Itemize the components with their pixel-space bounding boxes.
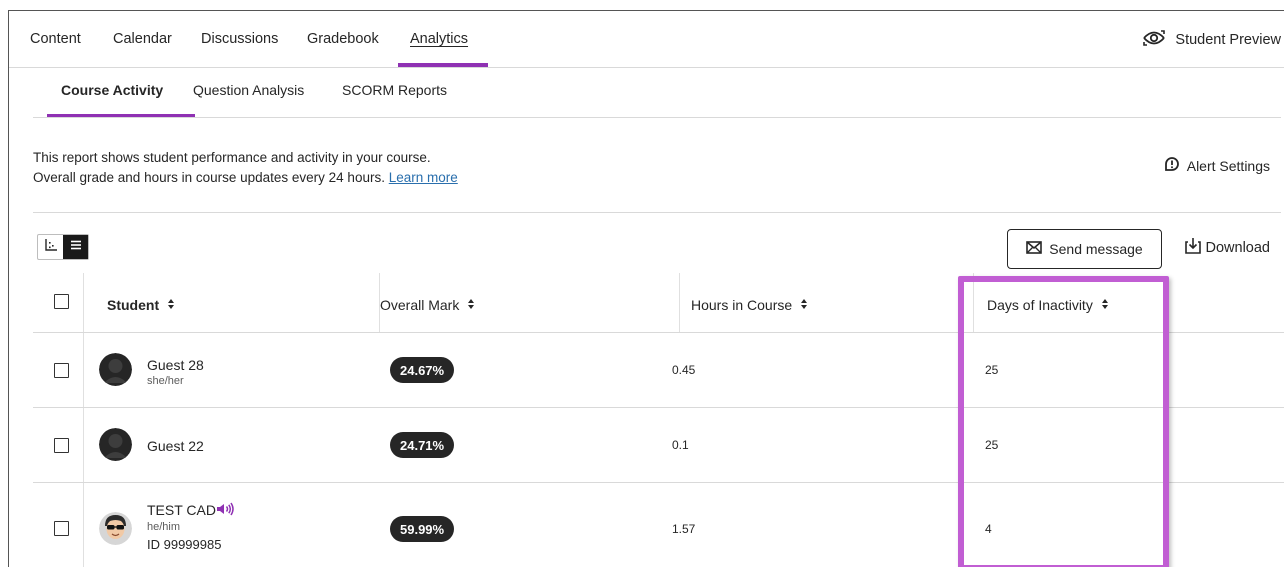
tab-calendar[interactable]: Calendar <box>113 31 172 47</box>
send-message-label: Send message <box>1049 241 1143 257</box>
eye-refresh-icon <box>1141 29 1167 51</box>
subtab-question-analysis[interactable]: Question Analysis <box>193 82 304 98</box>
hours-value: 0.1 <box>672 438 689 452</box>
tab-discussions[interactable]: Discussions <box>201 31 278 47</box>
list-icon <box>70 238 82 256</box>
course-nav: Content Calendar Discussions Gradebook A… <box>9 11 1284 68</box>
avatar <box>99 512 132 545</box>
student-name[interactable]: TEST CAD <box>147 502 216 518</box>
column-divider <box>83 273 84 567</box>
inactivity-value: 25 <box>985 363 999 377</box>
header-row-border <box>33 332 1284 333</box>
inactivity-value: 25 <box>985 438 999 452</box>
student-column-header[interactable]: Student <box>107 297 175 313</box>
tab-gradebook[interactable]: Gradebook <box>307 31 379 47</box>
overall-mark-header-label: Overall Mark <box>380 297 460 313</box>
subtab-course-activity[interactable]: Course Activity <box>61 82 163 98</box>
download-label: Download <box>1205 240 1271 256</box>
overall-mark-column-header[interactable]: Overall Mark <box>380 297 475 313</box>
section-divider <box>33 212 1281 213</box>
row-border <box>33 407 1284 408</box>
download-icon <box>1184 237 1202 259</box>
subtab-scorm-reports[interactable]: SCORM Reports <box>342 82 447 98</box>
description-line-2: Overall grade and hours in course update… <box>33 168 458 188</box>
inactivity-value: 4 <box>985 522 992 536</box>
analytics-frame: Content Calendar Discussions Gradebook A… <box>8 10 1284 567</box>
row-checkbox[interactable] <box>54 363 69 378</box>
tab-content[interactable]: Content <box>30 31 81 47</box>
analytics-subtabs: Course Activity Question Analysis SCORM … <box>33 68 1281 118</box>
sort-icon <box>467 297 475 313</box>
speaker-icon[interactable] <box>216 502 234 521</box>
hours-header-label: Hours in Course <box>691 297 793 313</box>
description-line-2-text: Overall grade and hours in course update… <box>33 170 385 185</box>
student-id: ID 99999985 <box>147 537 222 552</box>
chart-view-button[interactable] <box>38 235 63 259</box>
select-all-checkbox[interactable] <box>54 294 69 309</box>
student-pronouns: she/her <box>147 375 184 387</box>
send-message-button[interactable]: Send message <box>1007 229 1162 269</box>
overall-mark-badge: 59.99% <box>390 516 455 542</box>
student-preview-button[interactable]: Student Preview <box>1141 29 1281 51</box>
row-checkbox[interactable] <box>54 438 69 453</box>
alert-settings-button[interactable]: Alert Settings <box>1163 155 1270 176</box>
learn-more-link[interactable]: Learn more <box>389 170 458 185</box>
student-preview-label: Student Preview <box>1175 32 1281 48</box>
inactivity-header-label: Days of Inactivity <box>987 297 1093 313</box>
sort-icon <box>800 297 808 313</box>
inactivity-column-header[interactable]: Days of Inactivity <box>987 297 1109 313</box>
list-view-button[interactable] <box>63 235 88 259</box>
student-name[interactable]: Guest 22 <box>147 438 204 454</box>
view-toggle <box>37 234 89 260</box>
download-button[interactable]: Download <box>1184 237 1271 259</box>
column-divider <box>973 273 974 333</box>
tab-analytics[interactable]: Analytics <box>410 31 468 47</box>
hours-value: 1.57 <box>672 522 696 536</box>
active-tab-indicator <box>398 63 488 67</box>
student-name[interactable]: Guest 28 <box>147 357 204 373</box>
overall-mark-badge: 24.71% <box>390 432 455 458</box>
hours-value: 0.45 <box>672 363 696 377</box>
report-description: This report shows student performance an… <box>33 148 458 188</box>
overall-mark-badge: 24.67% <box>390 357 455 383</box>
alert-icon <box>1163 155 1181 176</box>
column-divider <box>679 273 680 333</box>
scatter-chart-icon <box>44 238 58 257</box>
row-checkbox[interactable] <box>54 521 69 536</box>
sort-icon <box>1101 297 1109 313</box>
alert-settings-label: Alert Settings <box>1186 157 1270 174</box>
row-border <box>33 482 1284 483</box>
active-subtab-indicator <box>47 114 195 117</box>
sort-icon <box>167 297 175 313</box>
student-pronouns: he/him <box>147 521 181 533</box>
avatar <box>99 353 132 386</box>
avatar <box>99 428 132 461</box>
hours-column-header[interactable]: Hours in Course <box>691 297 808 313</box>
envelope-icon <box>1026 241 1043 257</box>
student-header-label: Student <box>107 297 160 313</box>
description-line-1: This report shows student performance an… <box>33 150 431 165</box>
